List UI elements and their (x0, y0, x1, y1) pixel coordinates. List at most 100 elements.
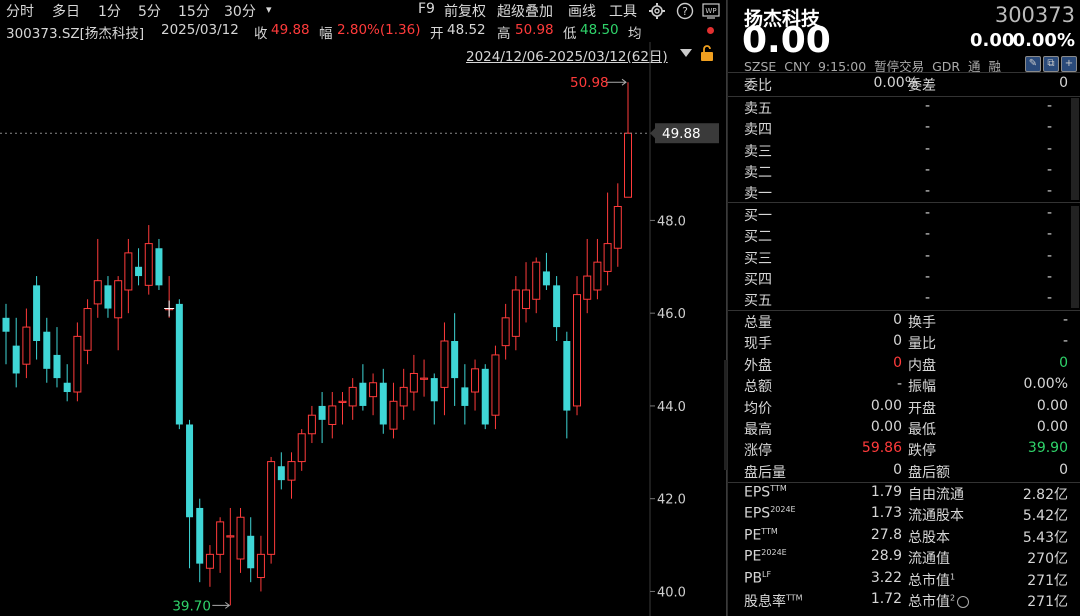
candle-body (144, 243, 153, 286)
candle-body (63, 382, 71, 393)
stat-label: 换手 (908, 315, 936, 331)
stat-label: 盘后额 (908, 464, 950, 481)
fundamental-value: 3.22 (870, 569, 902, 586)
candle (522, 262, 531, 323)
tab-15min[interactable]: 15分 (178, 1, 210, 21)
candle-body (451, 341, 459, 379)
tools-button[interactable]: 工具 (609, 1, 637, 21)
bids-row: 买二 - - (744, 226, 1068, 246)
candlestick-chart[interactable]: 48.0 46.0 44.0 42.0 40.0 49.88 50.98 39.70 (0, 42, 724, 616)
candle (318, 392, 326, 444)
stat-value: 0.00 (870, 397, 902, 414)
stat-row: 现手 0 量比 - (744, 333, 1068, 353)
wp-app-icon[interactable]: WP (702, 3, 720, 19)
candle-body (399, 386, 408, 407)
change-label: 幅 (319, 26, 333, 42)
stat-label: 盘后量 (744, 464, 786, 481)
candle-body (2, 317, 10, 332)
fundamental-value: 5.43亿 (1022, 529, 1068, 546)
asks-price: - (924, 161, 930, 178)
stat-row: 最高 0.00 最低 0.00 (744, 419, 1068, 439)
bids-price: - (924, 226, 930, 243)
asks-volume: - (1046, 183, 1052, 200)
tab-multi-day[interactable]: 多日 (52, 1, 80, 21)
tab-1min[interactable]: 1分 (98, 1, 121, 21)
stat-label: 均价 (744, 400, 772, 417)
window-icon[interactable]: ⧉ (1043, 56, 1059, 72)
bids-label: 买二 (744, 229, 772, 246)
candle-body (532, 261, 541, 300)
current-price-tag-label: 49.88 (662, 126, 701, 142)
candle-body (522, 289, 531, 310)
ask-scrollbar[interactable] (1071, 98, 1079, 200)
help-icon[interactable]: ? (676, 2, 694, 20)
bid-scrollbar[interactable] (1071, 206, 1079, 308)
fundamental-label: 股息率TTM (744, 591, 803, 611)
bids-label: 买三 (744, 250, 772, 267)
fundamental-basis: 2024E (761, 548, 787, 558)
draw-button[interactable]: 画线 (568, 1, 596, 21)
stat-value: 39.90 (1027, 440, 1068, 457)
candle (613, 183, 622, 267)
y-tick-label: 42.0 (657, 493, 686, 508)
adjust-button[interactable]: 前复权 (444, 1, 486, 21)
bids-price: - (924, 268, 930, 285)
info-circle-icon[interactable] (957, 596, 970, 608)
price-change-pct: 0.00% (1012, 30, 1075, 51)
fundamental-name: 股息率 (744, 594, 786, 610)
candle-body (409, 372, 418, 393)
overlay-button[interactable]: 超级叠加 (497, 1, 553, 21)
candle (307, 405, 316, 444)
tab-intraday[interactable]: 分时 (6, 1, 34, 21)
candle-body (624, 132, 632, 198)
fundamental-row: EPSTTM 1.79 自由流通 2.82亿 (744, 484, 1068, 504)
asks-volume: - (1046, 161, 1052, 178)
candle (93, 238, 102, 318)
candle-body (583, 275, 592, 300)
candle-body (114, 280, 123, 319)
asks-price: - (924, 119, 930, 136)
tab-5min[interactable]: 5分 (138, 1, 161, 21)
candle (399, 368, 408, 420)
candle-body (328, 405, 337, 425)
asks-row: 卖五 - - (744, 98, 1068, 118)
edit-icon[interactable]: ✎ (1025, 56, 1041, 72)
add-icon[interactable]: + (1061, 56, 1077, 72)
period-dropdown-icon[interactable]: ▾ (266, 3, 272, 16)
asks-price: - (924, 140, 930, 157)
order-ratio-row: 委比 0.00% 委差 0 (744, 75, 1068, 95)
candle-body (124, 252, 133, 291)
candle-body (22, 326, 31, 365)
stat-label: 外盘 (744, 357, 772, 374)
fundamental-value: 270亿 (1027, 551, 1068, 568)
asks-volume: - (1046, 98, 1052, 114)
stat-value: - (1062, 312, 1068, 328)
stat-value: 0.00 (1036, 419, 1068, 435)
candle-body (205, 553, 214, 569)
bids-label: 买五 (744, 293, 772, 310)
f9-button[interactable]: F9 (418, 1, 435, 17)
candle-body (43, 331, 51, 369)
candle-body (33, 285, 41, 341)
fundamental-name: 总市值 (908, 572, 950, 589)
asks-label: 卖一 (744, 186, 772, 203)
candle-body (297, 433, 306, 463)
divider (728, 482, 1080, 483)
candle (186, 419, 194, 569)
candle (532, 257, 541, 314)
candle-body (318, 405, 326, 420)
candle (451, 313, 459, 406)
candle (135, 248, 143, 286)
candle-body (247, 535, 255, 569)
candle (114, 276, 123, 351)
stat-label: 总量 (744, 315, 772, 331)
stat-row: 均价 0.00 开盘 0.00 (744, 398, 1068, 418)
tab-30min[interactable]: 30分 (224, 1, 256, 21)
candle-body (481, 368, 489, 425)
low-annotation: 39.70 (172, 598, 211, 614)
settings-gear-icon[interactable] (648, 2, 666, 20)
fundamental-value: 27.8 (870, 526, 902, 543)
candle (205, 545, 214, 587)
candle (563, 331, 571, 439)
candle (2, 303, 10, 365)
